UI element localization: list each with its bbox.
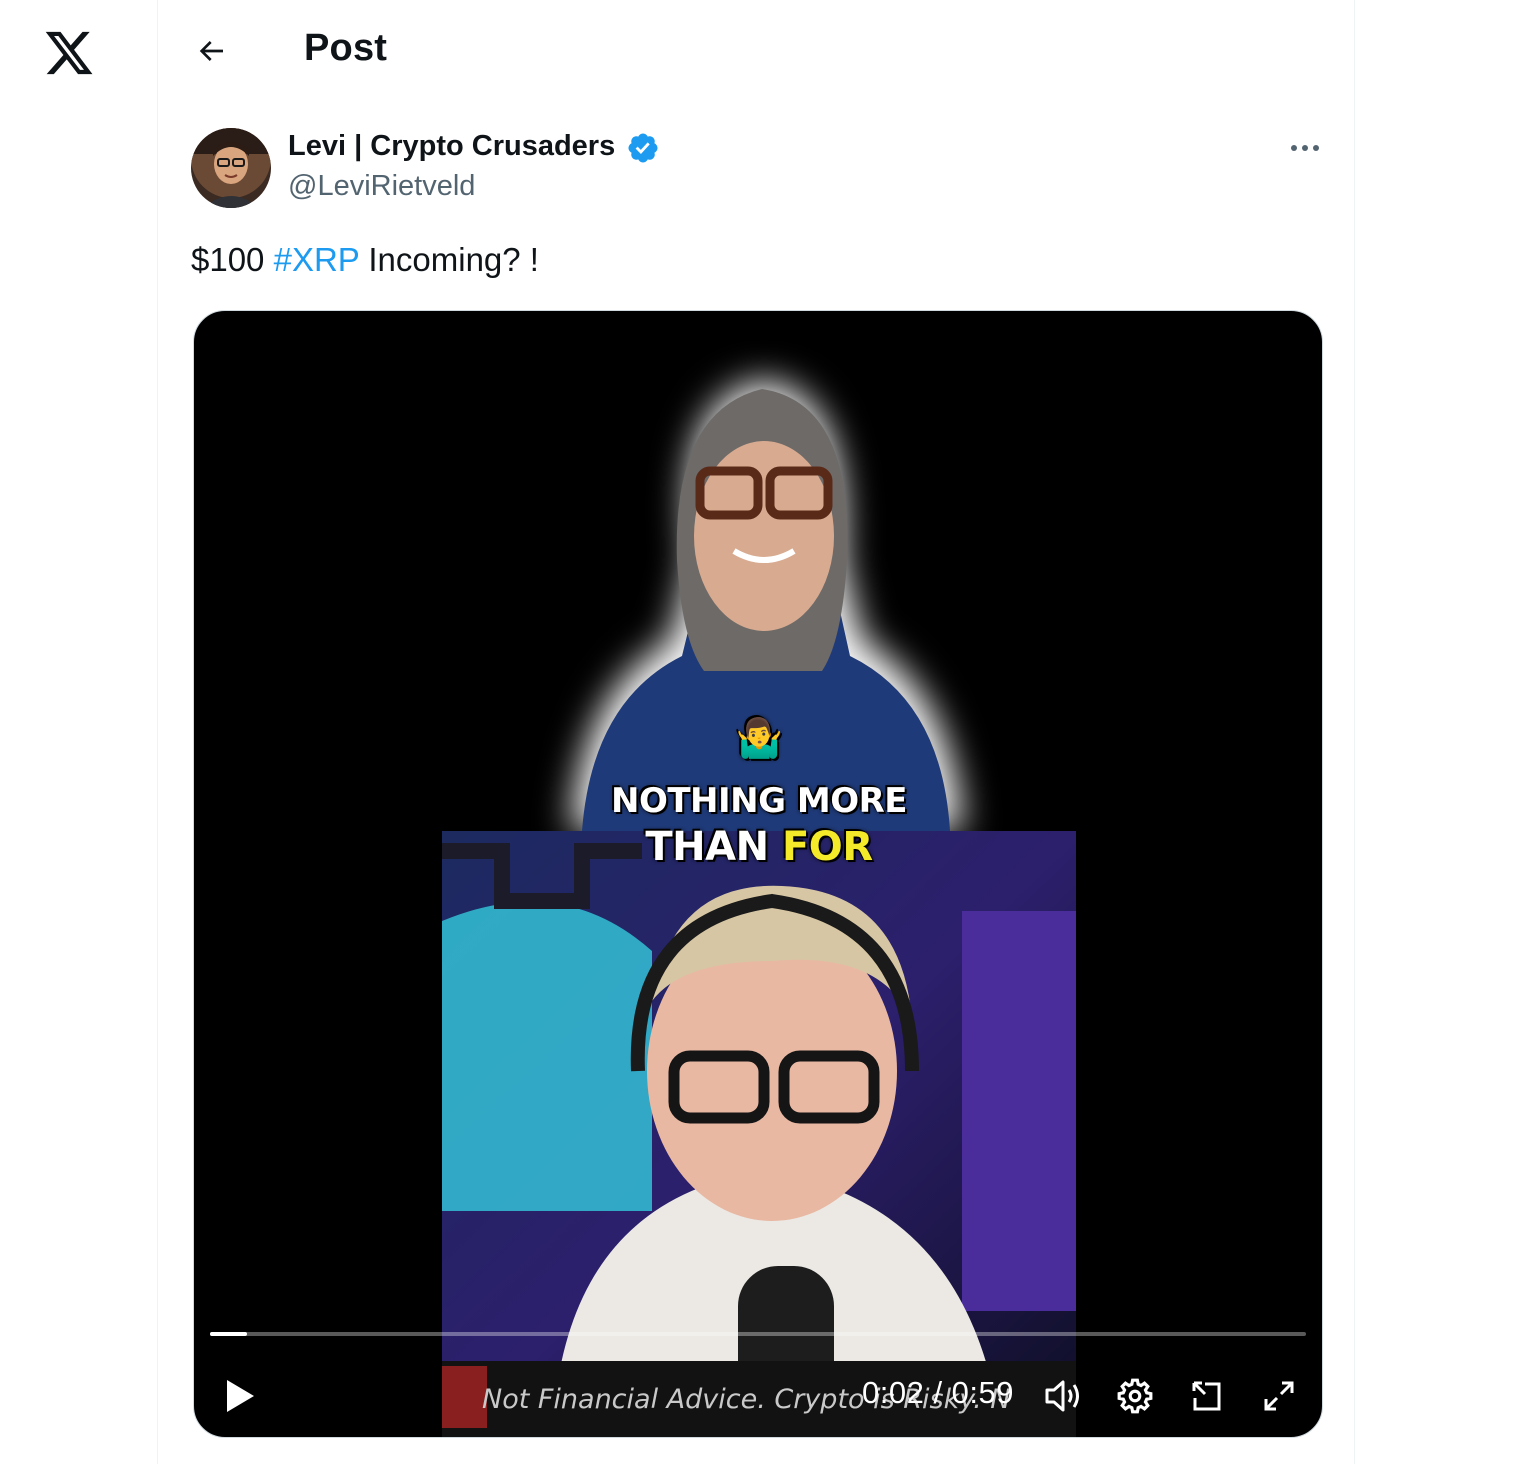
video-time: 0:02 / 0:59 — [862, 1375, 1015, 1410]
page-header: Post — [158, 0, 1354, 100]
play-icon — [227, 1380, 254, 1412]
video-progress-bar[interactable] — [210, 1332, 1306, 1336]
arrow-left-icon — [199, 41, 223, 61]
primary-column: Post Levi | Crypto Crusaders @LeviRietve… — [157, 0, 1355, 1464]
author-handle[interactable]: @LeviRietveld — [288, 170, 475, 203]
volume-icon — [1045, 1380, 1079, 1412]
left-nav — [0, 0, 157, 1464]
fullscreen-button[interactable] — [1256, 1373, 1302, 1419]
volume-button[interactable] — [1040, 1373, 1086, 1419]
x-logo-icon[interactable] — [42, 27, 96, 79]
video-frame-image — [442, 311, 1076, 1437]
video-player[interactable]: 🤷‍♂️ NOTHING MORE THAN FOR Not Financial… — [193, 310, 1323, 1438]
page-title: Post — [304, 27, 388, 69]
video-caption-line1: NOTHING MORE — [611, 781, 908, 821]
tweet-text-suffix: Incoming? ! — [359, 241, 539, 278]
verified-badge-icon — [626, 131, 660, 165]
back-button[interactable] — [188, 28, 234, 74]
gear-icon — [1117, 1378, 1153, 1414]
more-horizontal-icon — [1291, 145, 1319, 151]
video-caption-emoji: 🤷‍♂️ — [735, 716, 783, 760]
video-caption-line2: THAN FOR — [442, 824, 1076, 870]
video-progress-fill — [210, 1332, 248, 1336]
video-frame: 🤷‍♂️ NOTHING MORE THAN FOR Not Financial… — [442, 311, 1076, 1437]
tweet-text: $100 #XRP Incoming? ! — [191, 238, 539, 282]
more-options-button[interactable] — [1282, 128, 1328, 168]
avatar[interactable] — [191, 128, 271, 208]
tweet-text-prefix: $100 — [191, 241, 274, 278]
play-button[interactable] — [216, 1373, 262, 1419]
video-caption-line2-yellow: FOR — [781, 824, 873, 870]
expand-icon — [1264, 1381, 1294, 1411]
video-caption-line2-white: THAN — [645, 824, 782, 870]
author-name[interactable]: Levi | Crypto Crusaders — [288, 130, 615, 163]
dock-video-button[interactable] — [1184, 1373, 1230, 1419]
dock-icon — [1192, 1381, 1221, 1411]
hashtag-link[interactable]: #XRP — [274, 241, 360, 278]
settings-button[interactable] — [1112, 1373, 1158, 1419]
